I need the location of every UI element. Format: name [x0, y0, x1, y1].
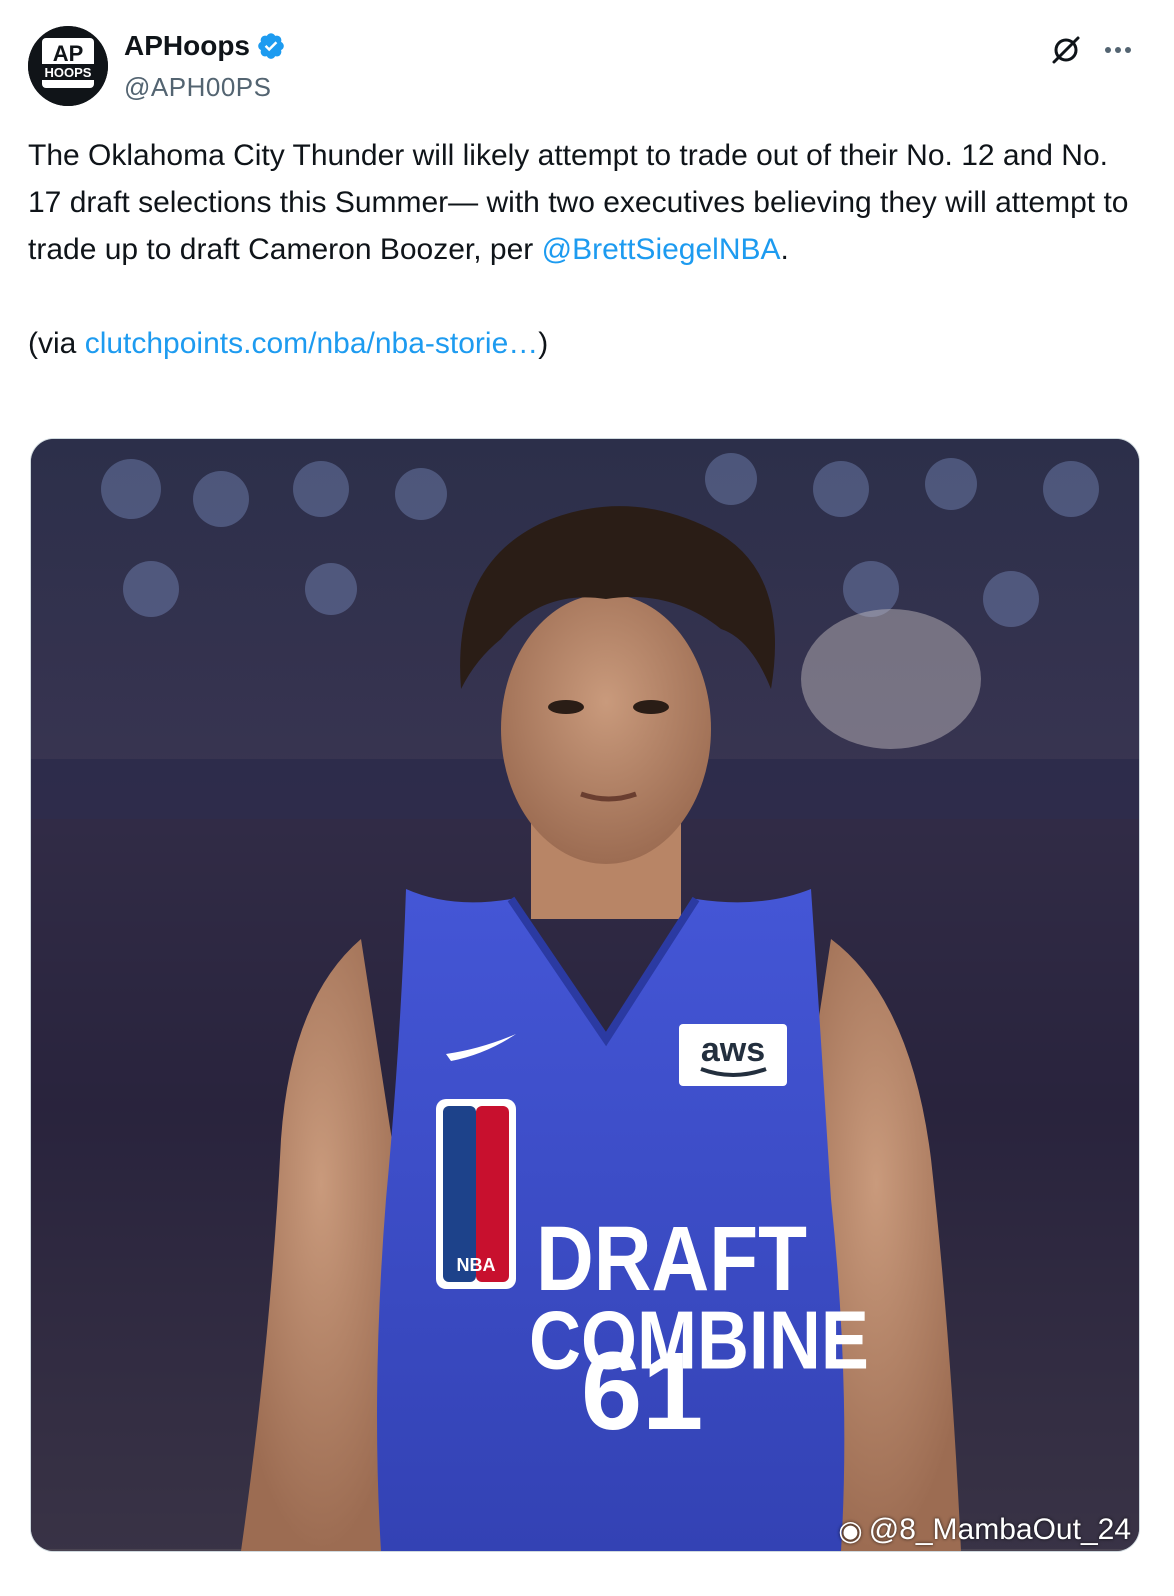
tweet-photo[interactable]: aws NBA DRAFT COMBINE 61 ◉ @8_MambaOut_2… [30, 438, 1140, 1552]
handle[interactable]: @APH00PS [124, 72, 271, 103]
display-name[interactable]: APHoops [124, 30, 250, 62]
weibo-icon: ◉ [838, 1514, 863, 1546]
watermark: ◉ @8_MambaOut_24 [838, 1513, 1131, 1547]
grok-icon[interactable] [1046, 30, 1086, 70]
aphoops-logo: AP HOOPS [28, 26, 108, 106]
via-prefix: (via [28, 327, 85, 360]
jersey-number: 61 [581, 1330, 703, 1453]
nba-logo-text: NBA [457, 1255, 496, 1275]
avatar[interactable]: AP HOOPS [28, 26, 108, 106]
tweet-header: AP HOOPS APHoops @APH00PS [28, 26, 1146, 106]
verified-badge-icon[interactable] [256, 31, 286, 61]
name-row: APHoops [124, 30, 286, 62]
via-suffix: ) [538, 327, 549, 360]
avatar-logo-bottom: HOOPS [45, 65, 92, 80]
tweet-text: The Oklahoma City Thunder will likely at… [28, 132, 1146, 367]
player-photo: aws NBA DRAFT COMBINE 61 [31, 439, 1139, 1551]
via-link[interactable]: clutchpoints.com/nba/nba-storie… [85, 327, 539, 360]
mention-link[interactable]: @BrettSiegelNBA [542, 233, 781, 266]
via-paragraph: (via clutchpoints.com/nba/nba-storie…) [28, 320, 1146, 367]
aws-badge-text: aws [701, 1031, 765, 1069]
more-options-icon[interactable] [1098, 30, 1138, 70]
tweet-body-end: . [780, 233, 789, 266]
avatar-logo-top: AP [53, 41, 84, 66]
watermark-text: @8_MambaOut_24 [868, 1513, 1131, 1546]
tweet-paragraph: The Oklahoma City Thunder will likely at… [28, 132, 1146, 273]
